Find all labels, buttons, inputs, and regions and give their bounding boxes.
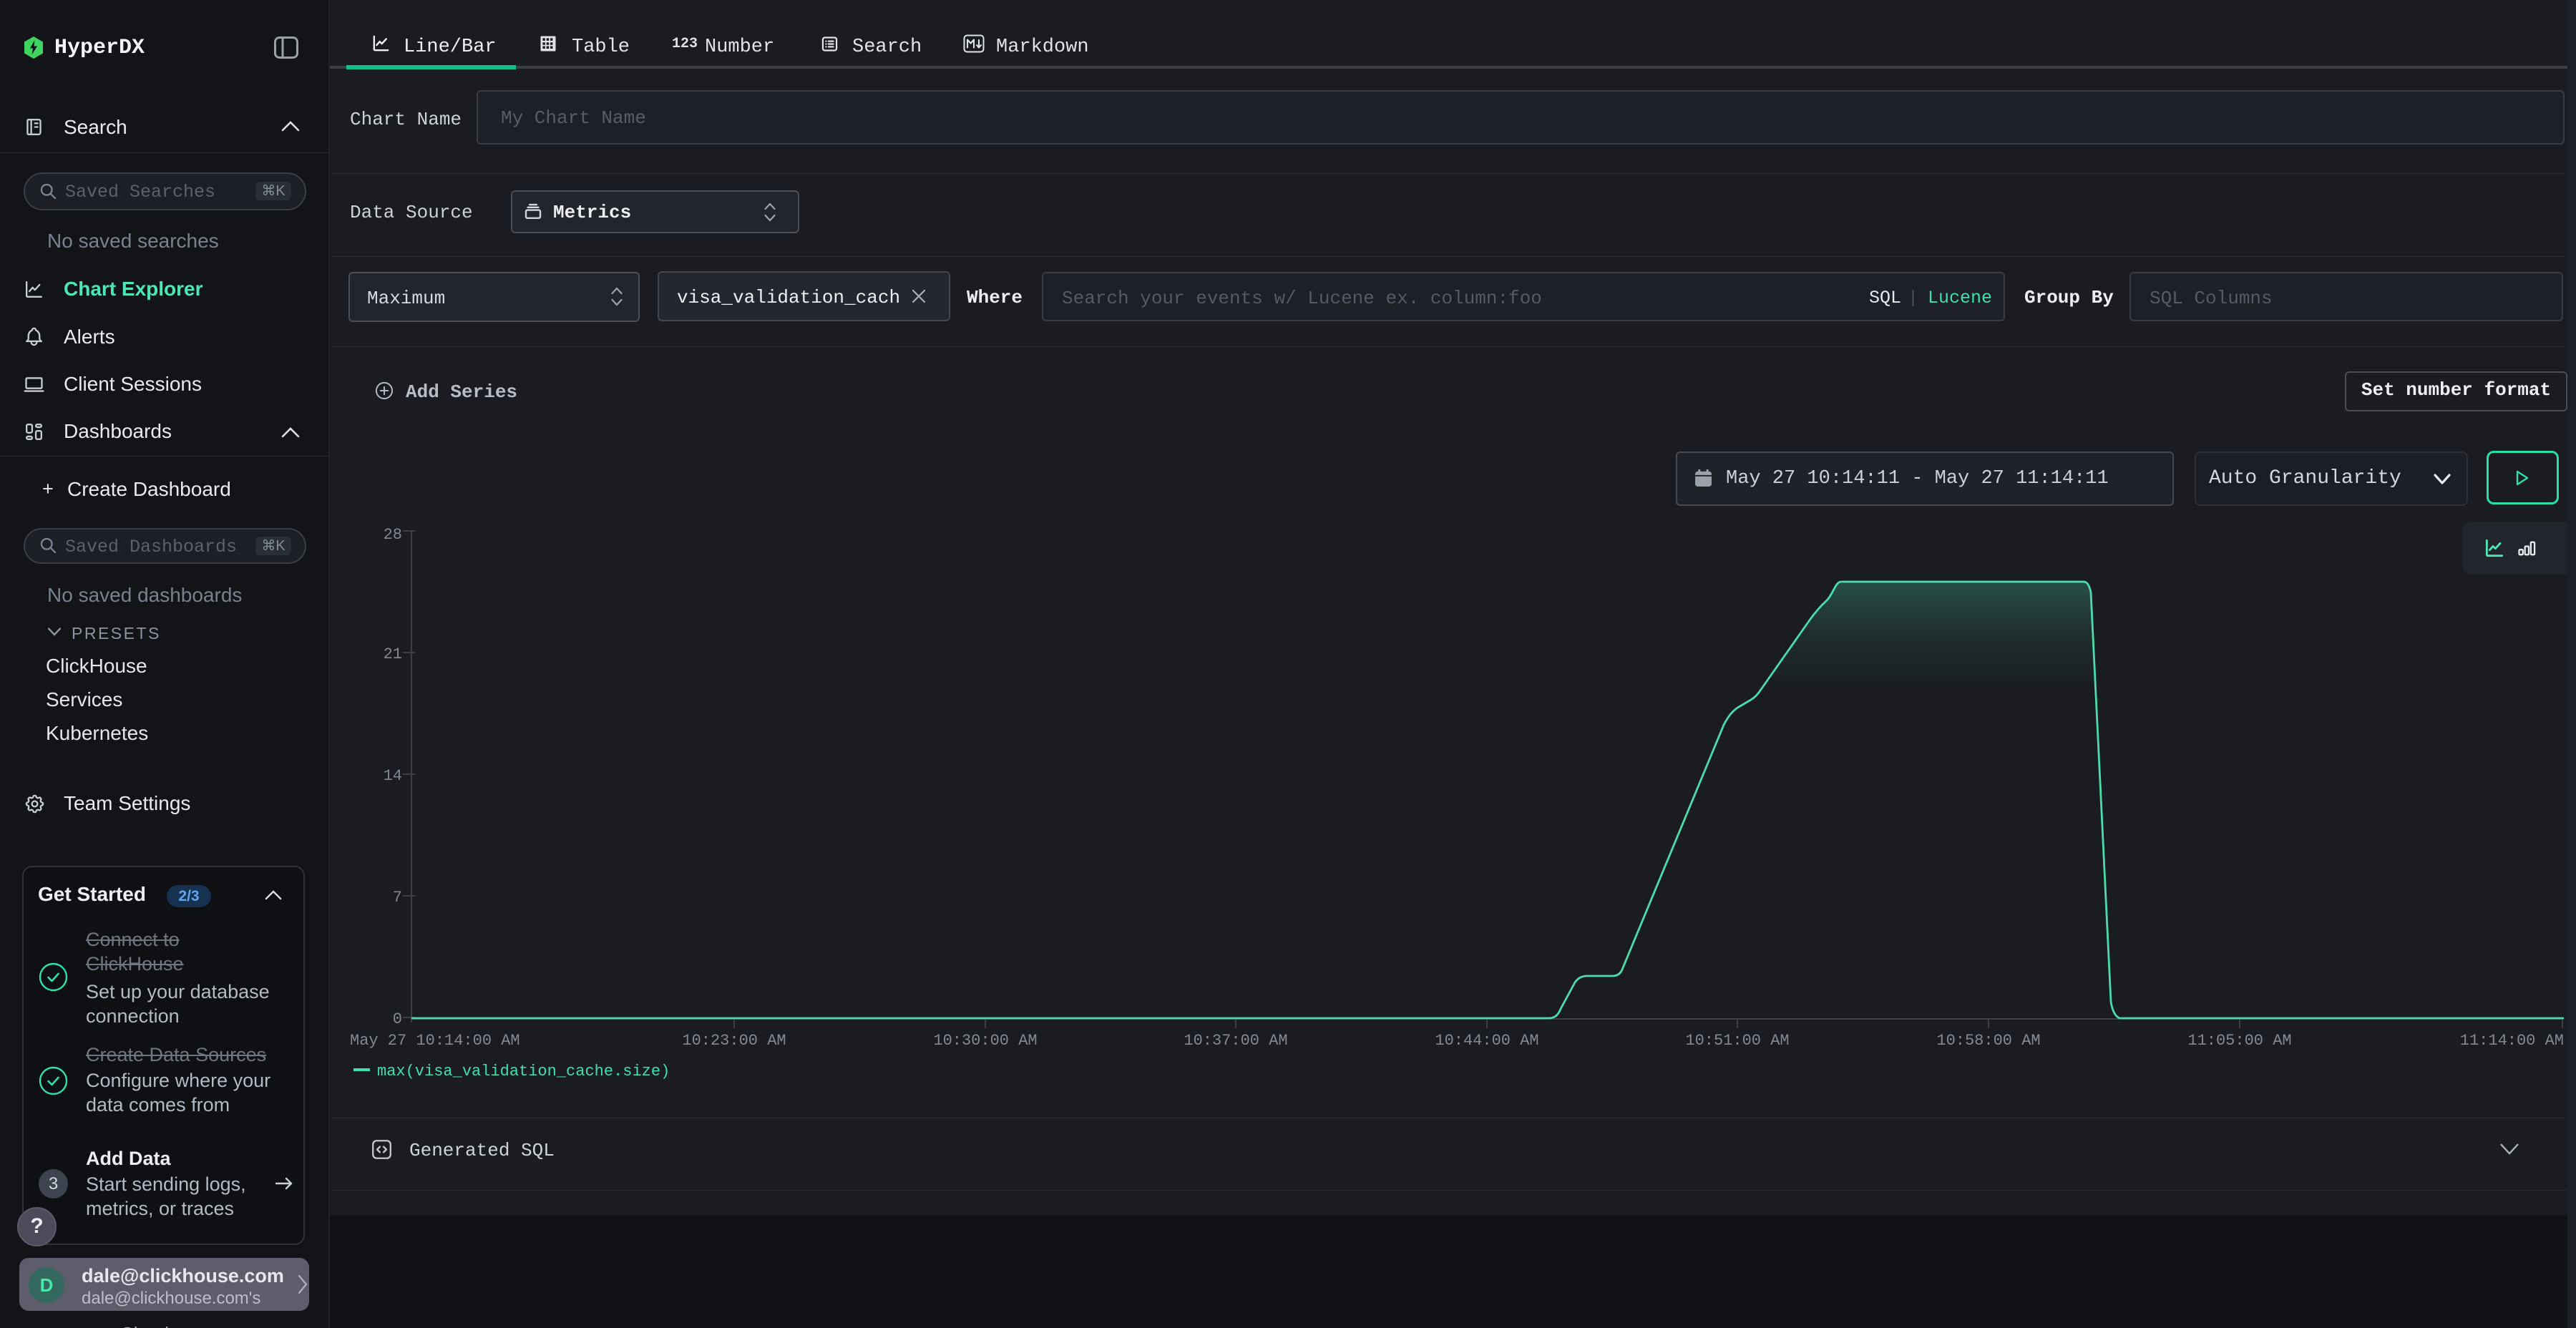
svg-text:0: 0 [393, 1010, 402, 1028]
svg-text:11:05:00 AM: 11:05:00 AM [2187, 1032, 2291, 1050]
svg-text:10:51:00 AM: 10:51:00 AM [1685, 1032, 1789, 1050]
svg-text:10:58:00 AM: 10:58:00 AM [1936, 1032, 2040, 1050]
svg-text:max(visa_validation_cache.size: max(visa_validation_cache.size) [377, 1063, 670, 1080]
svg-text:7: 7 [393, 889, 402, 907]
svg-text:28: 28 [384, 526, 402, 544]
svg-text:10:44:00 AM: 10:44:00 AM [1435, 1032, 1538, 1050]
svg-text:10:30:00 AM: 10:30:00 AM [933, 1032, 1037, 1050]
svg-text:May 27 10:14:00 AM: May 27 10:14:00 AM [350, 1032, 520, 1050]
svg-text:10:23:00 AM: 10:23:00 AM [682, 1032, 786, 1050]
svg-text:21: 21 [384, 645, 402, 663]
svg-text:14: 14 [384, 767, 402, 785]
svg-text:11:14:00 AM: 11:14:00 AM [2460, 1032, 2564, 1050]
svg-text:10:37:00 AM: 10:37:00 AM [1184, 1032, 1287, 1050]
